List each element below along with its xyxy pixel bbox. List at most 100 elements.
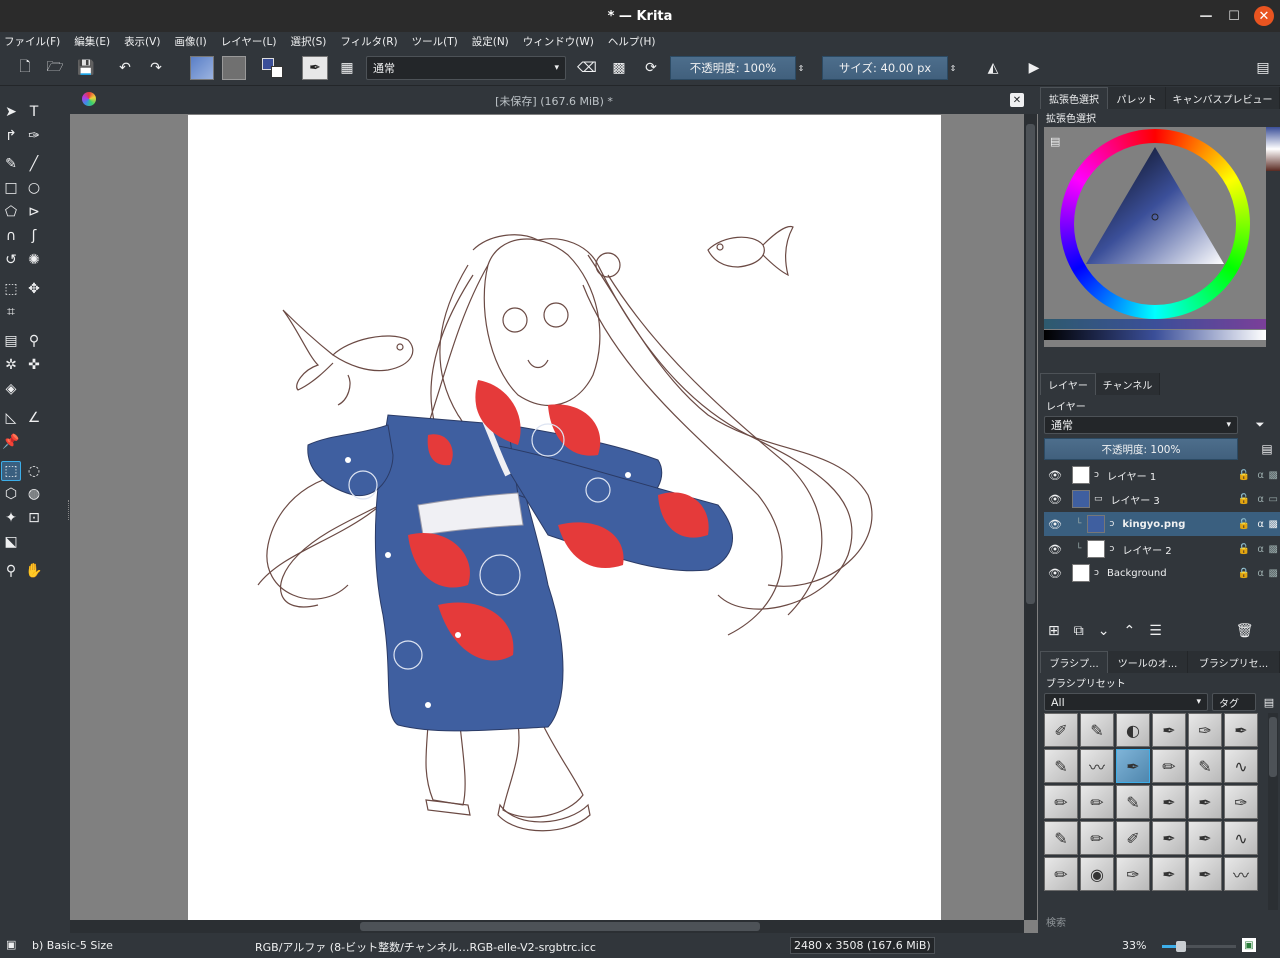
menu-file[interactable]: ファイル(F) <box>4 34 60 49</box>
canvas-paper[interactable] <box>188 115 941 920</box>
lock-icon[interactable]: 🔓 <box>1238 494 1250 505</box>
docker-menu-icon[interactable]: ▤ <box>1252 56 1274 80</box>
brush-preset[interactable]: ✒ <box>1188 785 1222 819</box>
canvas-only-mode-icon[interactable]: ▣ <box>1242 938 1256 952</box>
brush-preset[interactable]: ✒ <box>1152 785 1186 819</box>
brush-preset-selector[interactable]: ✒ <box>302 56 328 80</box>
elliptical-selection-icon[interactable]: ◌ <box>24 461 44 481</box>
menu-settings[interactable]: 設定(N) <box>472 34 509 49</box>
menu-window[interactable]: ウィンドウ(W) <box>523 34 594 49</box>
brush-status-icon[interactable]: ▣ <box>6 938 16 951</box>
move-layer-down-icon[interactable]: ⌄ <box>1098 623 1110 639</box>
lock-icon[interactable]: 🔓 <box>1238 544 1250 555</box>
bezier-tool-icon[interactable]: ∩ <box>1 226 21 246</box>
undo-icon[interactable]: ↶ <box>114 56 136 80</box>
layer-name[interactable]: レイヤー 1 <box>1107 468 1156 483</box>
document-tab[interactable]: [未保存] (167.6 MiB) * ✕ <box>70 87 1038 114</box>
open-document-icon[interactable]: 🗁 <box>44 56 66 80</box>
brush-preset[interactable]: 〰 <box>1080 749 1114 783</box>
menu-layer[interactable]: レイヤー(L) <box>221 34 277 49</box>
assistant-tool-icon[interactable]: ◺ <box>1 408 21 428</box>
rectangular-selection-icon[interactable]: ⬚ <box>1 461 21 481</box>
brush-preset[interactable]: ✑ <box>1188 713 1222 747</box>
horizontal-scrollbar[interactable] <box>70 920 1024 933</box>
saturation-value-triangle[interactable] <box>1060 129 1250 319</box>
layer-row[interactable]: 👁 ↄ Background 🔒 α ▩ <box>1044 561 1280 585</box>
fg-bg-color-selector[interactable] <box>260 56 288 80</box>
workspace-icon[interactable]: ▦ <box>336 56 358 80</box>
layer-row[interactable]: 👁 ▭ レイヤー 3 🔓 α ▭ <box>1044 487 1280 511</box>
menu-help[interactable]: ヘルプ(H) <box>608 34 656 49</box>
polyline-tool-icon[interactable]: ⊳ <box>24 202 44 222</box>
inherit-alpha-icon[interactable]: ▩ <box>1269 470 1278 481</box>
gradient-selector[interactable] <box>190 56 214 80</box>
color-strip-value[interactable] <box>1044 330 1266 340</box>
tab-channels[interactable]: チャンネル <box>1096 373 1160 395</box>
reload-preset-icon[interactable]: ⟳ <box>640 56 662 80</box>
menu-tools[interactable]: ツール(T) <box>412 34 458 49</box>
text-tool-icon[interactable]: T <box>24 102 44 122</box>
brush-preset[interactable]: ∿ <box>1224 749 1258 783</box>
brush-search-input[interactable]: 検索 <box>1044 912 1268 930</box>
opacity-spin-icon[interactable]: ⇕ <box>796 56 806 80</box>
close-document-icon[interactable]: ✕ <box>1010 93 1024 107</box>
duplicate-layer-icon[interactable]: ⧉ <box>1074 623 1084 639</box>
menu-filter[interactable]: フィルタ(R) <box>340 34 397 49</box>
image-dimensions[interactable]: 2480 x 3508 (167.6 MiB) <box>790 937 935 954</box>
layer-row[interactable]: 👁 └ ↄ レイヤー 2 🔓 α ▩ <box>1044 537 1280 561</box>
hue-ring[interactable] <box>1060 129 1250 319</box>
brush-grid-scroll-thumb[interactable] <box>1269 717 1277 777</box>
tab-layers[interactable]: レイヤー <box>1040 373 1096 395</box>
mirror-vertical-icon[interactable]: ▶ <box>1022 56 1046 80</box>
brush-preset[interactable]: ✏ <box>1152 749 1186 783</box>
move-tool-icon[interactable]: ✥ <box>24 279 44 299</box>
zoom-slider-handle[interactable] <box>1176 941 1186 952</box>
pan-tool-icon[interactable]: ✋ <box>24 561 44 581</box>
fill-tool-icon[interactable]: ◈ <box>1 379 21 399</box>
opacity-slider[interactable]: 不透明度: 100% <box>670 56 796 80</box>
brush-preset[interactable]: ✒ <box>1188 821 1222 855</box>
colorize-mask-icon[interactable]: ✲ <box>1 355 21 375</box>
brush-preset[interactable]: ◐ <box>1116 713 1150 747</box>
menu-image[interactable]: 画像(I) <box>174 34 206 49</box>
save-icon[interactable]: 💾 <box>75 56 97 80</box>
line-tool-icon[interactable]: ╱ <box>24 154 44 174</box>
brush-preset[interactable]: ✏ <box>1044 785 1078 819</box>
inherit-alpha-icon[interactable]: ▩ <box>1269 544 1278 555</box>
crop-tool-icon[interactable]: ⌗ <box>1 302 21 322</box>
close-icon[interactable]: ✕ <box>1254 6 1274 26</box>
visibility-eye-icon[interactable]: 👁 <box>1048 518 1062 531</box>
brush-preset[interactable]: ✒ <box>1152 713 1186 747</box>
brush-preset[interactable]: ✏ <box>1080 785 1114 819</box>
brush-preset[interactable]: ✐ <box>1116 821 1150 855</box>
visibility-eye-icon[interactable]: 👁 <box>1048 493 1062 506</box>
inherit-alpha-icon[interactable]: ▩ <box>1269 519 1278 530</box>
brush-preset[interactable]: ✎ <box>1044 749 1078 783</box>
horizontal-scroll-thumb[interactable] <box>360 922 760 931</box>
brush-preset[interactable]: ∿ <box>1224 821 1258 855</box>
layer-filter-icon[interactable]: ⏷ <box>1246 416 1274 434</box>
menu-select[interactable]: 選択(S) <box>290 34 326 49</box>
similar-selection-icon[interactable]: ⊡ <box>24 508 44 528</box>
brush-preset[interactable]: ◉ <box>1080 857 1114 891</box>
brush-preset[interactable]: ✒ <box>1152 857 1186 891</box>
alpha-lock-icon[interactable]: α <box>1257 544 1264 555</box>
inherit-alpha-icon[interactable]: ▩ <box>1269 568 1278 579</box>
dynamic-brush-icon[interactable]: ↺ <box>1 250 21 270</box>
transform-tool-icon[interactable]: ⬚ <box>1 279 21 299</box>
reference-images-icon[interactable]: 📌 <box>1 432 21 452</box>
move-layer-up-icon[interactable]: ⌃ <box>1123 623 1135 639</box>
contiguous-selection-icon[interactable]: ✦ <box>1 508 21 528</box>
inherit-alpha-icon[interactable]: ▭ <box>1269 494 1278 505</box>
freehand-path-icon[interactable]: ʃ <box>24 226 44 246</box>
brush-preset[interactable]: ✒ <box>1188 857 1222 891</box>
layer-properties-icon[interactable]: ▤ <box>1256 438 1278 460</box>
menu-edit[interactable]: 編集(E) <box>74 34 110 49</box>
brush-filter-select[interactable]: All ▾ <box>1044 693 1208 711</box>
layer-properties-icon[interactable]: ☰ <box>1149 623 1162 639</box>
color-settings-icon[interactable]: ▤ <box>1050 135 1060 148</box>
brush-preset[interactable]: ✑ <box>1116 857 1150 891</box>
edit-shapes-icon[interactable]: ↱ <box>1 126 21 146</box>
tab-palette[interactable]: パレット <box>1108 87 1166 109</box>
magnetic-selection-icon[interactable]: ⬕ <box>1 532 21 552</box>
